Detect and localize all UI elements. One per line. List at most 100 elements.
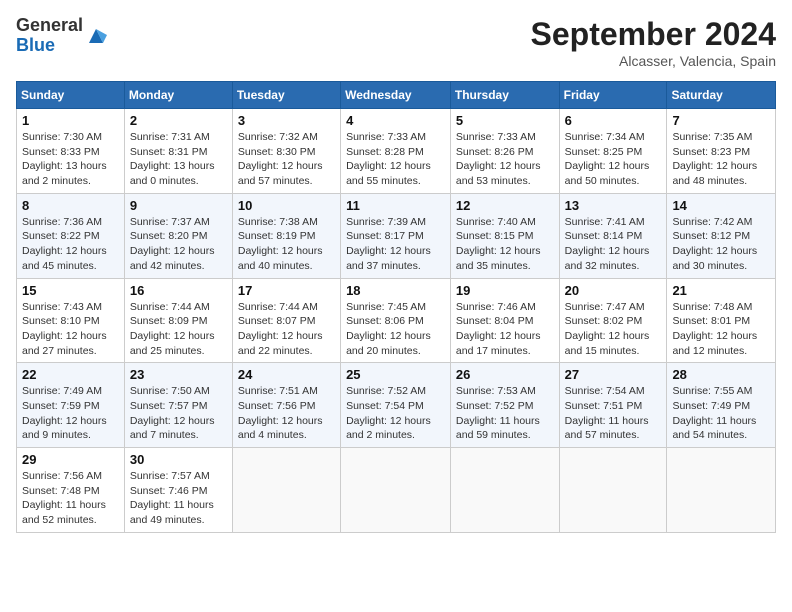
- day-number: 9: [130, 198, 227, 213]
- day-number: 23: [130, 367, 227, 382]
- day-info: Sunrise: 7:36 AMSunset: 8:22 PMDaylight:…: [22, 215, 119, 274]
- logo-general: General: [16, 15, 83, 35]
- day-number: 27: [565, 367, 662, 382]
- calendar-cell: 13 Sunrise: 7:41 AMSunset: 8:14 PMDayligh…: [559, 193, 667, 278]
- day-info: Sunrise: 7:37 AMSunset: 8:20 PMDaylight:…: [130, 215, 227, 274]
- calendar-cell: 16 Sunrise: 7:44 AMSunset: 8:09 PMDayligh…: [124, 278, 232, 363]
- calendar-cell: 3 Sunrise: 7:32 AMSunset: 8:30 PMDaylight…: [232, 109, 340, 194]
- day-number: 25: [346, 367, 445, 382]
- day-number: 22: [22, 367, 119, 382]
- calendar-cell: 22Sunrise: 7:49 AMSunset: 7:59 PMDayligh…: [17, 363, 125, 448]
- day-number: 26: [456, 367, 554, 382]
- day-number: 24: [238, 367, 335, 382]
- day-number: 20: [565, 283, 662, 298]
- calendar-cell: 19Sunrise: 7:46 AMSunset: 8:04 PMDayligh…: [450, 278, 559, 363]
- day-number: 16: [130, 283, 227, 298]
- day-info: Sunrise: 7:41 AMSunset: 8:14 PMDaylight:…: [565, 215, 662, 274]
- calendar-cell: 15 Sunrise: 7:43 AMSunset: 8:10 PMDayligh…: [17, 278, 125, 363]
- day-info: Sunrise: 7:38 AMSunset: 8:19 PMDaylight:…: [238, 215, 335, 274]
- calendar-cell: 27 Sunrise: 7:54 AMSunset: 7:51 PMDayligh…: [559, 363, 667, 448]
- day-number: 1: [22, 113, 119, 128]
- day-info: Sunrise: 7:51 AMSunset: 7:56 PMDaylight:…: [238, 384, 335, 443]
- day-number: 7: [672, 113, 770, 128]
- calendar-cell: 7 Sunrise: 7:35 AMSunset: 8:23 PMDaylight…: [667, 109, 776, 194]
- logo-blue: Blue: [16, 35, 55, 55]
- day-number: 10: [238, 198, 335, 213]
- day-number: 6: [565, 113, 662, 128]
- day-number: 4: [346, 113, 445, 128]
- day-info: Sunrise: 7:54 AMSunset: 7:51 PMDaylight:…: [565, 384, 662, 443]
- day-number: 12: [456, 198, 554, 213]
- day-info: Sunrise: 7:35 AMSunset: 8:23 PMDaylight:…: [672, 130, 770, 189]
- day-info: Sunrise: 7:34 AMSunset: 8:25 PMDaylight:…: [565, 130, 662, 189]
- calendar-cell: 20 Sunrise: 7:47 AMSunset: 8:02 PMDayligh…: [559, 278, 667, 363]
- day-info: Sunrise: 7:43 AMSunset: 8:10 PMDaylight:…: [22, 300, 119, 359]
- calendar-cell: [232, 448, 340, 533]
- day-info: Sunrise: 7:55 AMSunset: 7:49 PMDaylight:…: [672, 384, 770, 443]
- calendar-cell: 10 Sunrise: 7:38 AMSunset: 8:19 PMDayligh…: [232, 193, 340, 278]
- day-info: Sunrise: 7:30 AMSunset: 8:33 PMDaylight:…: [22, 130, 119, 189]
- calendar-cell: 14 Sunrise: 7:42 AMSunset: 8:12 PMDayligh…: [667, 193, 776, 278]
- col-sunday: Sunday: [17, 82, 125, 109]
- calendar-week-4: 22Sunrise: 7:49 AMSunset: 7:59 PMDayligh…: [17, 363, 776, 448]
- day-number: 8: [22, 198, 119, 213]
- location: Alcasser, Valencia, Spain: [531, 53, 776, 69]
- calendar-cell: 18 Sunrise: 7:45 AMSunset: 8:06 PMDayligh…: [341, 278, 451, 363]
- calendar-cell: 29 Sunrise: 7:56 AMSunset: 7:48 PMDayligh…: [17, 448, 125, 533]
- col-thursday: Thursday: [450, 82, 559, 109]
- logo: General Blue: [16, 16, 107, 56]
- calendar-cell: 21 Sunrise: 7:48 AMSunset: 8:01 PMDayligh…: [667, 278, 776, 363]
- day-number: 18: [346, 283, 445, 298]
- calendar-cell: 12 Sunrise: 7:40 AMSunset: 8:15 PMDayligh…: [450, 193, 559, 278]
- header-row: Sunday Monday Tuesday Wednesday Thursday…: [17, 82, 776, 109]
- day-info: Sunrise: 7:48 AMSunset: 8:01 PMDaylight:…: [672, 300, 770, 359]
- calendar-table: Sunday Monday Tuesday Wednesday Thursday…: [16, 81, 776, 533]
- day-info: Sunrise: 7:40 AMSunset: 8:15 PMDaylight:…: [456, 215, 554, 274]
- col-tuesday: Tuesday: [232, 82, 340, 109]
- col-saturday: Saturday: [667, 82, 776, 109]
- day-info: Sunrise: 7:45 AMSunset: 8:06 PMDaylight:…: [346, 300, 445, 359]
- day-number: 21: [672, 283, 770, 298]
- day-number: 15: [22, 283, 119, 298]
- day-number: 29: [22, 452, 119, 467]
- calendar-cell: 24 Sunrise: 7:51 AMSunset: 7:56 PMDayligh…: [232, 363, 340, 448]
- day-info: Sunrise: 7:44 AMSunset: 8:07 PMDaylight:…: [238, 300, 335, 359]
- day-number: 13: [565, 198, 662, 213]
- calendar-week-1: 1 Sunrise: 7:30 AMSunset: 8:33 PMDaylight…: [17, 109, 776, 194]
- calendar-cell: 5Sunrise: 7:33 AMSunset: 8:26 PMDaylight…: [450, 109, 559, 194]
- calendar-cell: 2Sunrise: 7:31 AMSunset: 8:31 PMDaylight…: [124, 109, 232, 194]
- day-info: Sunrise: 7:46 AMSunset: 8:04 PMDaylight:…: [456, 300, 554, 359]
- page-header: General Blue September 2024 Alcasser, Va…: [16, 16, 776, 69]
- day-number: 14: [672, 198, 770, 213]
- col-monday: Monday: [124, 82, 232, 109]
- calendar-cell: 9 Sunrise: 7:37 AMSunset: 8:20 PMDaylight…: [124, 193, 232, 278]
- calendar-week-3: 15 Sunrise: 7:43 AMSunset: 8:10 PMDayligh…: [17, 278, 776, 363]
- col-wednesday: Wednesday: [341, 82, 451, 109]
- logo-icon: [85, 25, 107, 47]
- calendar-header: Sunday Monday Tuesday Wednesday Thursday…: [17, 82, 776, 109]
- day-info: Sunrise: 7:53 AMSunset: 7:52 PMDaylight:…: [456, 384, 554, 443]
- day-info: Sunrise: 7:47 AMSunset: 8:02 PMDaylight:…: [565, 300, 662, 359]
- day-number: 2: [130, 113, 227, 128]
- day-number: 17: [238, 283, 335, 298]
- calendar-cell: 23Sunrise: 7:50 AMSunset: 7:57 PMDayligh…: [124, 363, 232, 448]
- day-info: Sunrise: 7:42 AMSunset: 8:12 PMDaylight:…: [672, 215, 770, 274]
- calendar-cell: 1 Sunrise: 7:30 AMSunset: 8:33 PMDaylight…: [17, 109, 125, 194]
- calendar-cell: [341, 448, 451, 533]
- day-number: 3: [238, 113, 335, 128]
- day-info: Sunrise: 7:32 AMSunset: 8:30 PMDaylight:…: [238, 130, 335, 189]
- calendar-cell: [667, 448, 776, 533]
- day-number: 28: [672, 367, 770, 382]
- day-number: 11: [346, 198, 445, 213]
- calendar-cell: [450, 448, 559, 533]
- day-info: Sunrise: 7:56 AMSunset: 7:48 PMDaylight:…: [22, 469, 119, 528]
- calendar-cell: 8 Sunrise: 7:36 AMSunset: 8:22 PMDaylight…: [17, 193, 125, 278]
- col-friday: Friday: [559, 82, 667, 109]
- calendar-cell: 28 Sunrise: 7:55 AMSunset: 7:49 PMDayligh…: [667, 363, 776, 448]
- day-number: 30: [130, 452, 227, 467]
- title-block: September 2024 Alcasser, Valencia, Spain: [531, 16, 776, 69]
- day-info: Sunrise: 7:44 AMSunset: 8:09 PMDaylight:…: [130, 300, 227, 359]
- calendar-cell: 4Sunrise: 7:33 AMSunset: 8:28 PMDaylight…: [341, 109, 451, 194]
- day-info: Sunrise: 7:39 AMSunset: 8:17 PMDaylight:…: [346, 215, 445, 274]
- calendar-cell: [559, 448, 667, 533]
